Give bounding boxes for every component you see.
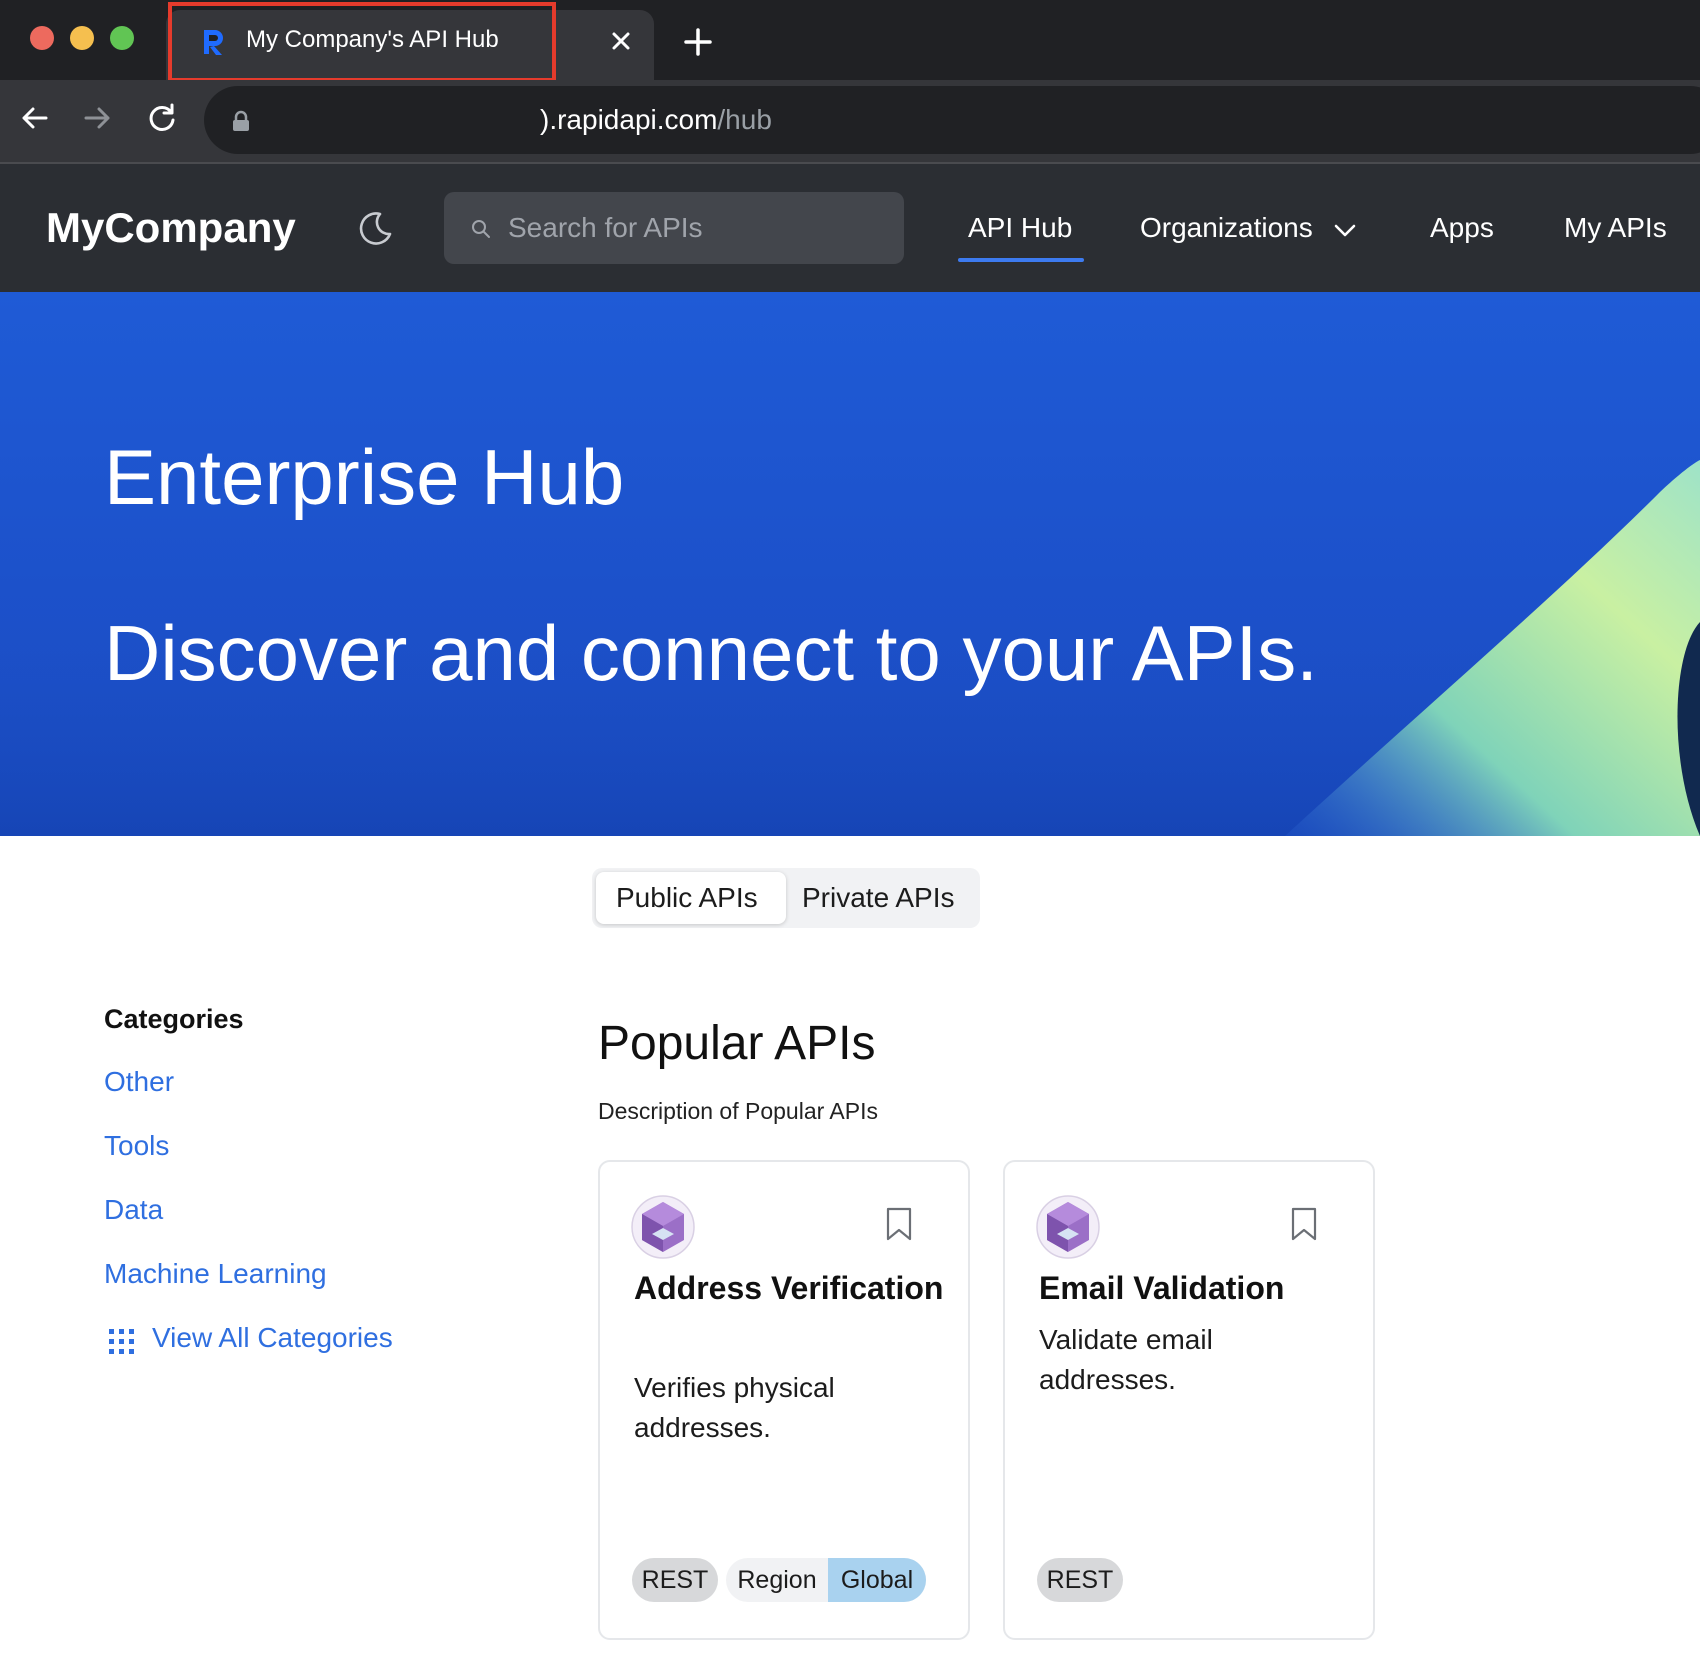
nav-api-hub[interactable]: API Hub bbox=[968, 212, 1072, 244]
hero-subtitle: Discover and connect to your APIs. bbox=[104, 609, 1318, 697]
api-card-name[interactable]: Email Validation bbox=[1039, 1264, 1359, 1312]
api-card-description: Verifies physical addresses. bbox=[634, 1372, 835, 1443]
brand-logo-text[interactable]: MyCompany bbox=[46, 204, 296, 252]
search-icon bbox=[472, 220, 490, 238]
nav-organizations[interactable]: Organizations bbox=[1140, 212, 1313, 244]
grid-icon[interactable] bbox=[108, 1328, 136, 1356]
url-path: /hub bbox=[717, 104, 772, 135]
new-tab-icon[interactable] bbox=[680, 24, 716, 60]
bookmark-icon[interactable] bbox=[1289, 1206, 1319, 1242]
protocol-badge: REST bbox=[632, 1558, 718, 1602]
popular-apis-title: Popular APIs bbox=[598, 1017, 876, 1070]
protocol-badge: REST bbox=[1037, 1558, 1123, 1602]
url-text[interactable]: ).rapidapi.com/hub bbox=[540, 104, 772, 136]
nav-apps[interactable]: Apps bbox=[1430, 212, 1494, 244]
tab-close-icon[interactable] bbox=[606, 26, 636, 56]
bookmark-icon[interactable] bbox=[884, 1206, 914, 1242]
url-field[interactable] bbox=[204, 86, 1700, 154]
toggle-private-apis[interactable]: Private APIs bbox=[802, 882, 955, 914]
region-badge: Region Global bbox=[726, 1558, 926, 1602]
moon-icon[interactable] bbox=[356, 208, 396, 248]
lock-icon[interactable] bbox=[232, 110, 250, 132]
window-minimize-button[interactable] bbox=[70, 26, 94, 50]
api-cube-icon bbox=[631, 1195, 695, 1259]
category-data[interactable]: Data bbox=[104, 1194, 163, 1226]
toggle-public-label[interactable]: Public APIs bbox=[616, 882, 758, 914]
url-host: ).rapidapi.com bbox=[540, 104, 718, 135]
hero-title: Enterprise Hub bbox=[104, 433, 625, 521]
forward-arrow-icon[interactable] bbox=[78, 98, 118, 138]
api-cube-icon bbox=[1036, 1195, 1100, 1259]
categories-heading: Categories bbox=[104, 1004, 244, 1034]
category-tools[interactable]: Tools bbox=[104, 1130, 169, 1162]
api-card-description: Validate email addresses. bbox=[1039, 1324, 1213, 1395]
window-close-button[interactable] bbox=[30, 26, 54, 50]
tab-highlight-box bbox=[168, 2, 556, 82]
category-other[interactable]: Other bbox=[104, 1066, 174, 1098]
api-card-email-validation[interactable]: Email Validation Validate email addresse… bbox=[1003, 1160, 1375, 1640]
active-nav-indicator bbox=[958, 258, 1084, 262]
region-badge-label: Region bbox=[737, 1566, 817, 1594]
search-placeholder: Search for APIs bbox=[508, 212, 703, 243]
reload-icon[interactable] bbox=[142, 98, 182, 138]
nav-my-apis[interactable]: My APIs bbox=[1564, 212, 1667, 244]
view-all-categories-link[interactable]: View All Categories bbox=[152, 1322, 393, 1354]
category-machine-learning[interactable]: Machine Learning bbox=[104, 1258, 327, 1290]
chevron-down-icon[interactable] bbox=[1334, 224, 1356, 238]
window-maximize-button[interactable] bbox=[110, 26, 134, 50]
popular-apis-description: Description of Popular APIs bbox=[598, 1098, 878, 1124]
back-arrow-icon[interactable] bbox=[14, 98, 54, 138]
hero-decoration bbox=[0, 460, 1700, 836]
hero-banner bbox=[0, 292, 1700, 836]
api-card-name[interactable]: Address Verification bbox=[634, 1264, 954, 1312]
api-card-address-verification[interactable]: Address Verification Verifies physical a… bbox=[598, 1160, 970, 1640]
region-badge-value: Global bbox=[828, 1558, 926, 1602]
